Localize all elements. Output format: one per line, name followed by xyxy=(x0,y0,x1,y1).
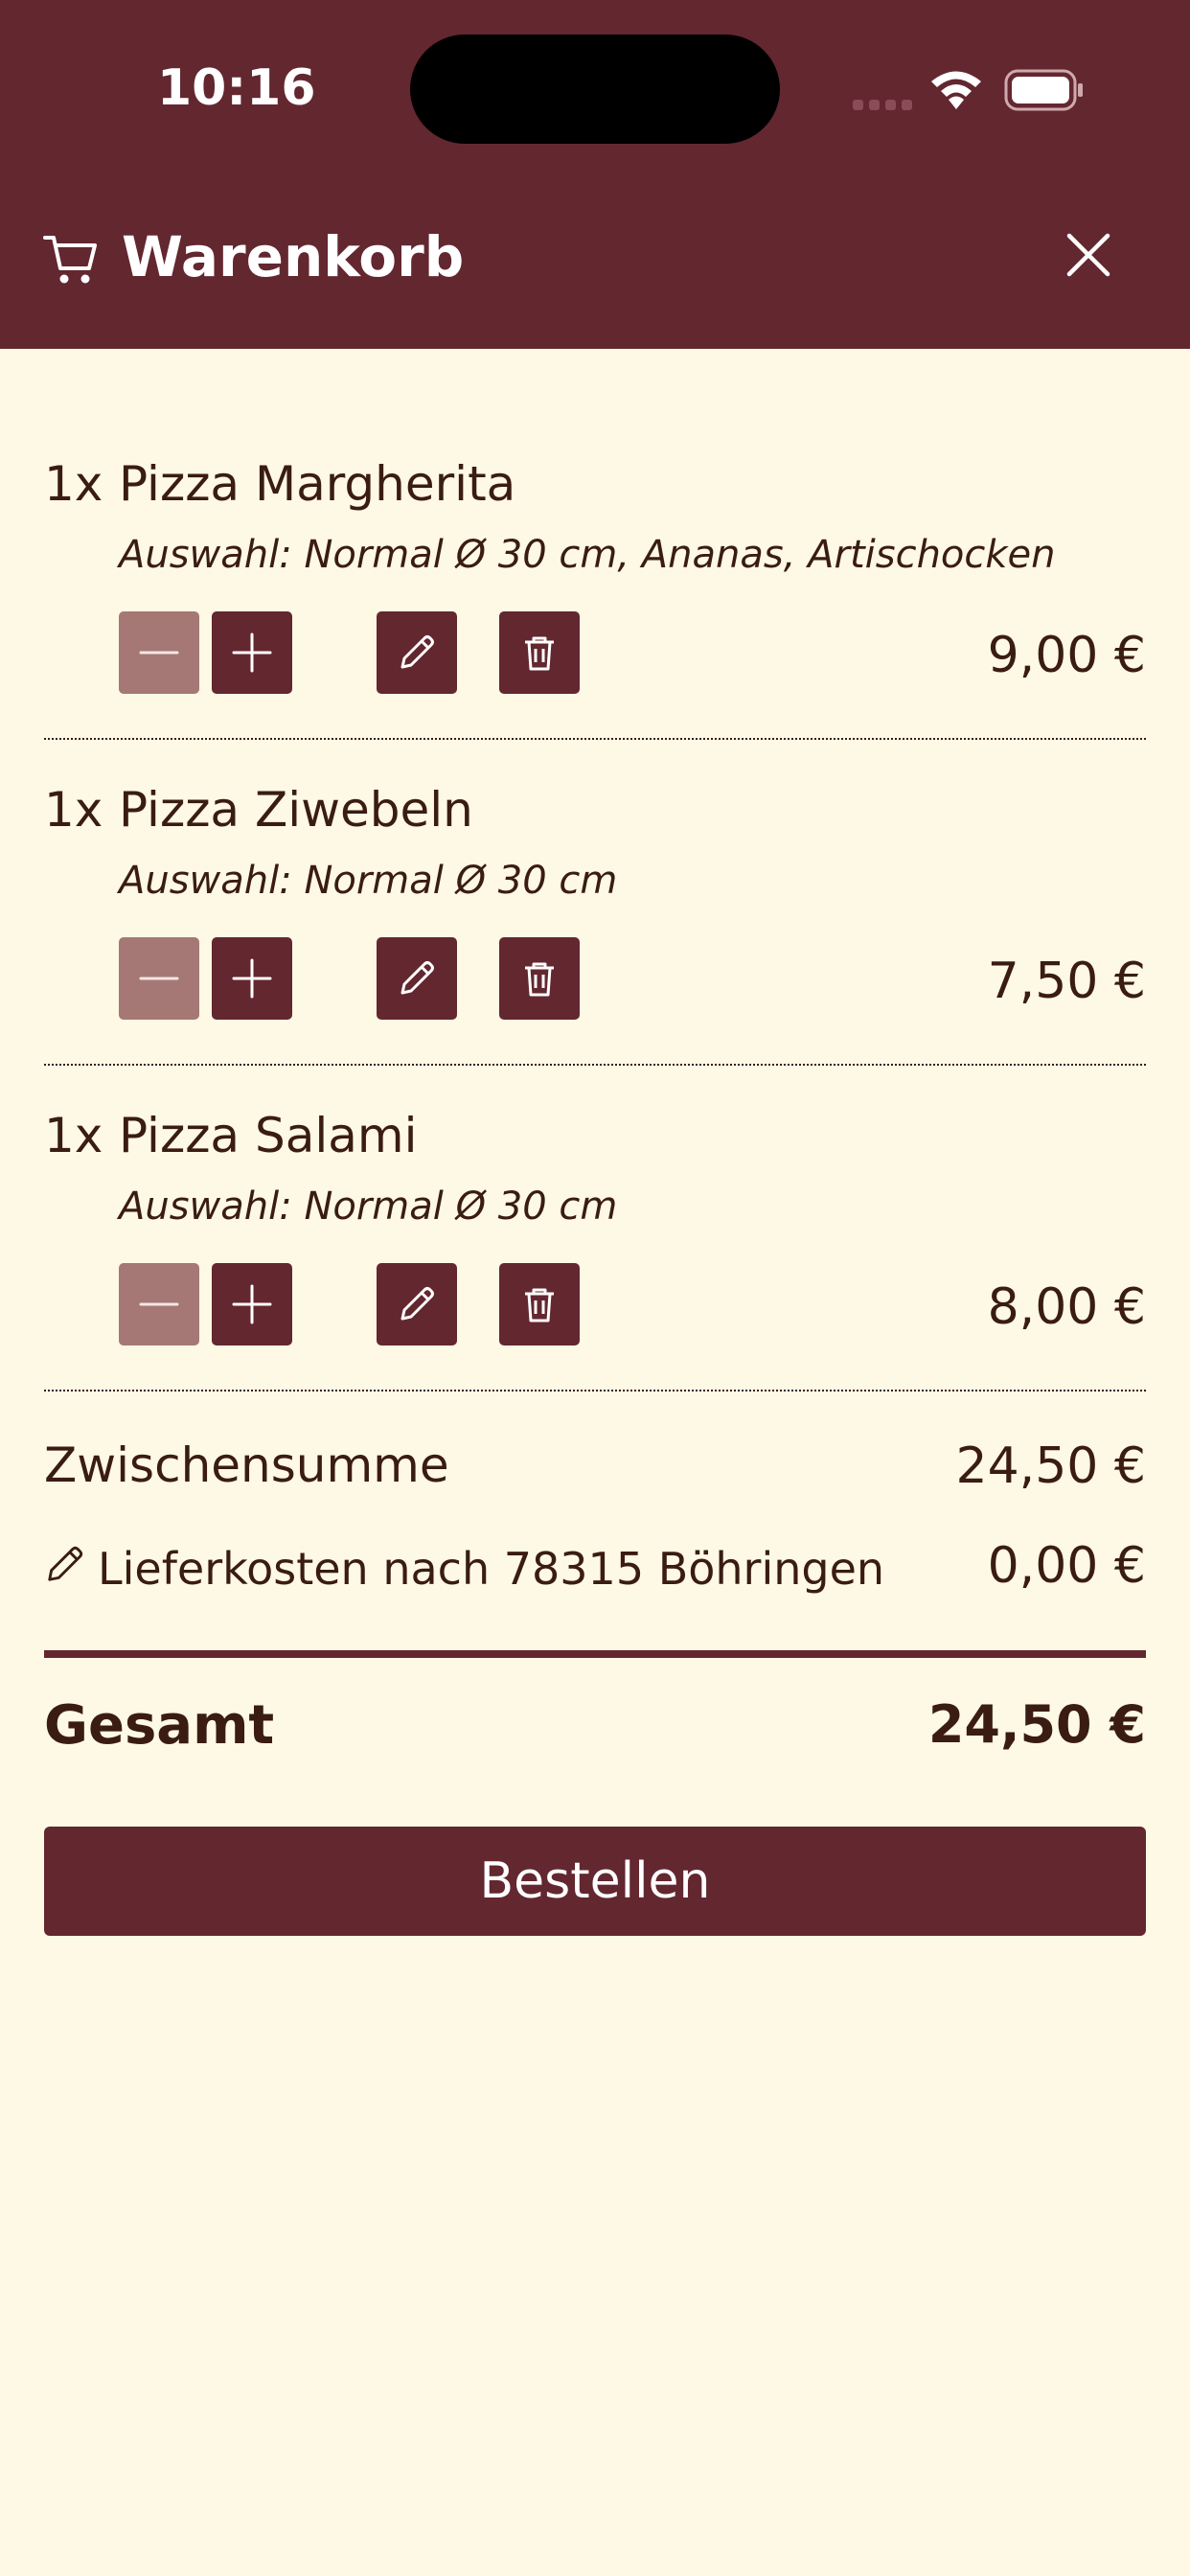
battery-icon xyxy=(1004,69,1083,111)
item-price: 8,00 € xyxy=(987,1278,1146,1336)
delivery-row[interactable]: Lieferkosten nach 78315 Böhringen 0,00 € xyxy=(44,1537,1146,1604)
minus-icon xyxy=(139,977,179,980)
cart-item: 1x Pizza Ziwebeln Auswahl: Normal Ø 30 c… xyxy=(44,675,1146,1020)
total-divider xyxy=(44,1650,1146,1658)
dynamic-island xyxy=(410,34,780,144)
delivery-label[interactable]: Lieferkosten nach 78315 Böhringen xyxy=(98,1543,884,1595)
item-selection: Auswahl: Normal Ø 30 cm, Ananas, Artisch… xyxy=(119,533,1056,577)
item-selection: Auswahl: Normal Ø 30 cm xyxy=(119,859,618,903)
subtotal-label: Zwischensumme xyxy=(44,1438,449,1493)
header: 10:16 Warenkorb xyxy=(0,0,1190,349)
item-name: Pizza Ziwebeln xyxy=(119,782,473,838)
trash-icon xyxy=(525,1288,554,1322)
cart-icon xyxy=(43,236,97,284)
decrease-quantity-button[interactable] xyxy=(119,1263,199,1346)
delivery-value: 0,00 € xyxy=(987,1537,1146,1595)
divider xyxy=(44,1390,1146,1392)
title-bar: Warenkorb xyxy=(0,211,1190,307)
wifi-icon xyxy=(931,71,981,109)
item-name: Pizza Salami xyxy=(119,1108,418,1163)
subtotal-row: Zwischensumme 24,50 € xyxy=(44,1438,1146,1505)
page-title: Warenkorb xyxy=(122,224,465,289)
cart-item: 1x Pizza Salami Auswahl: Normal Ø 30 cm … xyxy=(44,1000,1146,1346)
pencil-icon xyxy=(400,1287,434,1321)
edit-item-button[interactable] xyxy=(377,1263,457,1346)
status-time: 10:16 xyxy=(157,59,316,117)
item-quantity: 1x xyxy=(44,782,103,838)
order-button[interactable]: Bestellen xyxy=(44,1827,1146,1936)
total-row: Gesamt 24,50 € xyxy=(44,1694,1146,1761)
delete-item-button[interactable] xyxy=(499,1263,580,1346)
item-name: Pizza Margherita xyxy=(119,456,516,512)
total-value: 24,50 € xyxy=(927,1694,1146,1755)
increase-quantity-button[interactable] xyxy=(212,1263,292,1346)
pencil-icon[interactable] xyxy=(44,1543,86,1585)
cart-item: 1x Pizza Margherita Auswahl: Normal Ø 30… xyxy=(44,349,1146,694)
close-icon[interactable] xyxy=(1064,230,1113,280)
trash-icon xyxy=(525,636,554,671)
minus-icon xyxy=(139,1302,179,1306)
minus-icon xyxy=(139,651,179,655)
pencil-icon xyxy=(400,961,434,995)
plus-icon xyxy=(232,632,272,673)
signal-icon xyxy=(853,100,912,110)
subtotal-value: 24,50 € xyxy=(955,1438,1146,1495)
total-label: Gesamt xyxy=(44,1694,275,1757)
item-selection: Auswahl: Normal Ø 30 cm xyxy=(119,1184,618,1229)
pencil-icon xyxy=(400,635,434,669)
plus-icon xyxy=(232,958,272,999)
item-quantity: 1x xyxy=(44,456,103,512)
trash-icon xyxy=(525,962,554,997)
item-quantity: 1x xyxy=(44,1108,103,1163)
plus-icon xyxy=(232,1284,272,1324)
status-bar: 10:16 xyxy=(0,0,1190,182)
